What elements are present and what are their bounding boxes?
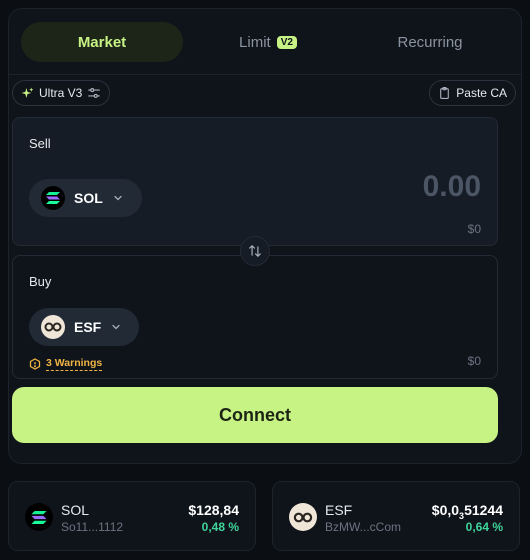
order-type-tabs: Market Limit V2 Recurring bbox=[21, 22, 511, 62]
paste-ca-button[interactable]: Paste CA bbox=[429, 80, 516, 106]
warnings-label: 3 Warnings bbox=[46, 357, 103, 371]
buy-usd-value: $0 bbox=[467, 354, 481, 368]
buy-token-symbol: ESF bbox=[74, 319, 102, 335]
market-token-price: $128,84 bbox=[188, 502, 239, 518]
tab-limit[interactable]: Limit V2 bbox=[187, 22, 349, 62]
market-card-esf[interactable]: ESF BzMW...cCom $0,0351244 0,64 % bbox=[272, 481, 520, 551]
chevron-down-icon bbox=[112, 324, 120, 330]
market-token-price: $0,0351244 bbox=[432, 502, 503, 521]
market-card-sol[interactable]: SOL So11...1112 $128,84 0,48 % bbox=[8, 481, 256, 551]
warning-icon bbox=[29, 358, 41, 370]
chevron-down-icon bbox=[114, 195, 122, 201]
sell-token-symbol: SOL bbox=[74, 190, 103, 206]
sell-token-select[interactable]: SOL bbox=[29, 179, 142, 217]
sparkle-icon bbox=[21, 87, 34, 98]
sol-token-icon bbox=[41, 186, 65, 210]
market-token-name: SOL bbox=[61, 502, 90, 518]
tabs-divider bbox=[9, 74, 521, 75]
esf-token-icon bbox=[289, 503, 317, 531]
token-warnings-link[interactable]: 3 Warnings bbox=[29, 357, 103, 371]
swap-arrows-icon bbox=[249, 245, 261, 257]
connect-button[interactable]: Connect bbox=[12, 387, 498, 443]
sol-token-icon bbox=[25, 503, 53, 531]
buy-label: Buy bbox=[29, 274, 52, 289]
market-token-name: ESF bbox=[325, 502, 353, 518]
price-suffix: 51244 bbox=[464, 502, 503, 518]
ultra-mode-button[interactable]: Ultra V3 bbox=[12, 80, 111, 106]
tab-market-label: Market bbox=[77, 33, 127, 51]
settings-sliders-icon bbox=[88, 88, 101, 98]
ultra-mode-label: Ultra V3 bbox=[39, 86, 83, 100]
price-prefix: $0,0 bbox=[431, 502, 460, 518]
market-token-change: 0,48 % bbox=[201, 520, 239, 534]
tab-limit-label: Limit bbox=[239, 33, 271, 51]
clipboard-icon bbox=[440, 87, 450, 99]
v2-badge: V2 bbox=[276, 35, 297, 49]
paste-ca-label: Paste CA bbox=[456, 86, 507, 100]
market-token-address: BzMW...cCom bbox=[325, 520, 402, 534]
market-token-address: So11...1112 bbox=[61, 520, 124, 534]
sell-panel: Sell SOL 0.00 $0 bbox=[12, 117, 498, 246]
sell-usd-value: $0 bbox=[467, 222, 481, 236]
buy-token-select[interactable]: ESF bbox=[29, 308, 139, 346]
tab-market[interactable]: Market bbox=[21, 22, 183, 62]
tab-recurring[interactable]: Recurring bbox=[349, 22, 511, 62]
sell-amount-input[interactable]: 0.00 bbox=[423, 170, 481, 204]
tab-recurring-label: Recurring bbox=[397, 33, 463, 51]
sell-label: Sell bbox=[29, 136, 51, 151]
switch-tokens-button[interactable] bbox=[240, 236, 270, 266]
esf-token-icon bbox=[41, 315, 65, 339]
buy-panel: Buy ESF 3 Warnings $0 bbox=[12, 255, 498, 379]
market-token-change: 0,64 % bbox=[465, 520, 503, 534]
